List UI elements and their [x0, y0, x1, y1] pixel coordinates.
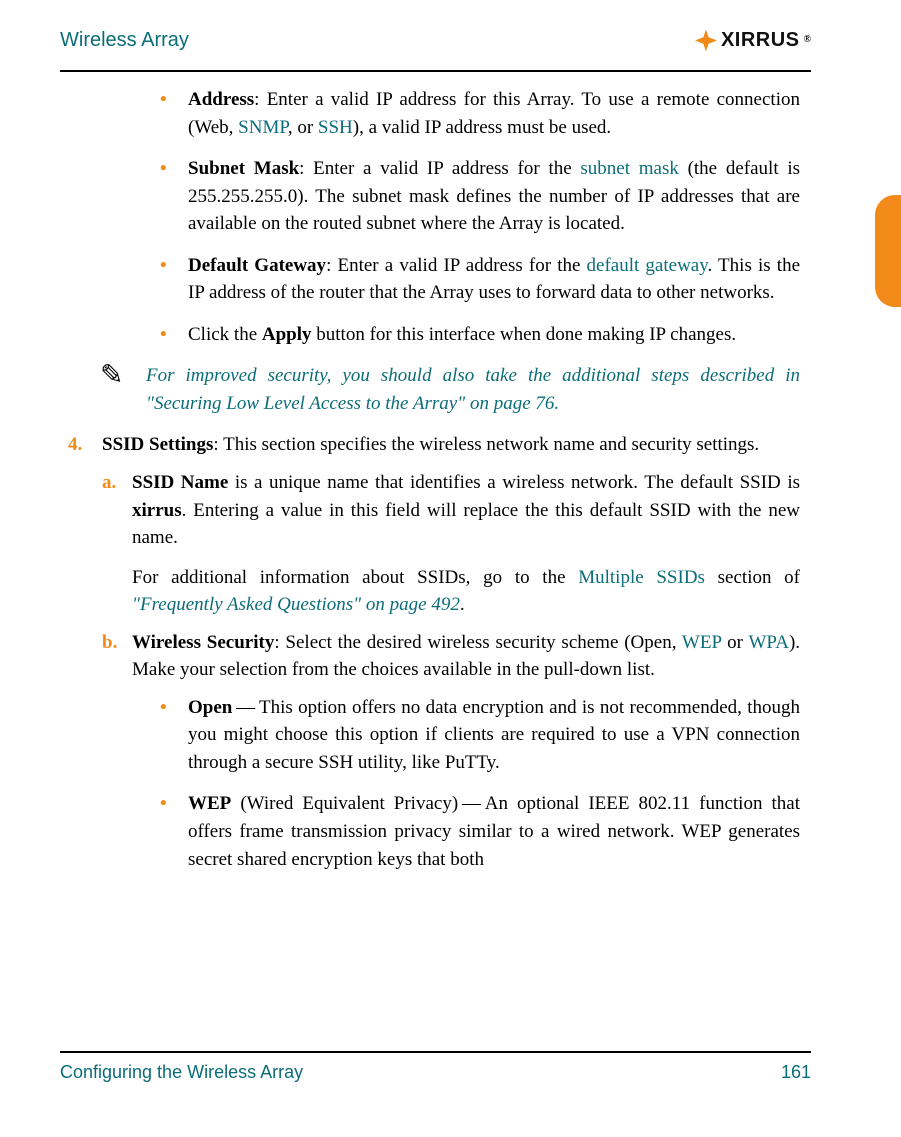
text: is a unique name that identifies a wirel…	[228, 472, 800, 493]
substep-b: b. Wireless Security: Select the desired…	[102, 629, 800, 684]
list-item: Default Gateway: Enter a valid IP addres…	[160, 252, 800, 307]
page-header: Wireless Array XIRRUS ®	[60, 26, 811, 66]
ip-settings-list: Address : Enter a valid IP address for th…	[160, 86, 800, 348]
text: .	[460, 594, 465, 615]
substep-body: SSID Name is a unique name that identifi…	[132, 469, 800, 619]
default-gateway-link[interactable]: default gateway	[587, 255, 708, 276]
list-item: Subnet Mask: Enter a valid IP address fo…	[160, 155, 800, 238]
option-label: Open	[188, 697, 232, 718]
text: For additional information about SSIDs, …	[132, 567, 578, 588]
step-label: SSID Settings	[102, 434, 213, 455]
text: : Enter a valid IP address for the	[299, 158, 580, 179]
doc-title: Wireless Array	[60, 26, 189, 55]
security-options-list: Open — This option offers no data encryp…	[160, 694, 800, 873]
subnet-mask-link[interactable]: subnet mask	[580, 158, 678, 179]
note-icon: ✎	[100, 362, 146, 390]
wep-link[interactable]: WEP	[682, 632, 721, 653]
text: button for this interface when done maki…	[312, 324, 737, 345]
wireless-security-label: Wireless Security	[132, 632, 274, 653]
note-text: For improved security, you should also t…	[146, 362, 800, 417]
text: . Entering a value in this field will re…	[132, 500, 800, 549]
brand-word: XIRRUS	[721, 26, 800, 55]
substep-letter: b.	[102, 629, 132, 684]
text: , or	[288, 117, 318, 138]
text: : Select the desired wireless security s…	[274, 632, 682, 653]
list-item: Address: Enter a valid IP address for th…	[160, 86, 800, 141]
option-label: WEP	[188, 793, 231, 814]
substep-body: Wireless Security: Select the desired wi…	[132, 629, 800, 684]
page: Wireless Array XIRRUS ® Address : Enter a…	[0, 0, 901, 1137]
footer-row: Configuring the Wireless Array 161	[60, 1059, 811, 1085]
header-rule	[60, 70, 811, 72]
logo-icon	[695, 30, 717, 52]
default-ssid: xirrus	[132, 500, 182, 521]
text: (Wired Equivalent Privacy) — An optional…	[188, 793, 800, 869]
security-note: ✎ For improved security, you should also…	[100, 362, 800, 417]
multiple-ssids-link[interactable]: Multiple SSIDs	[578, 567, 705, 588]
step-4: 4. SSID Settings: This section specifies…	[68, 431, 800, 459]
list-item: Open — This option offers no data encryp…	[160, 694, 800, 777]
list-item: WEP (Wired Equivalent Privacy) — An opti…	[160, 790, 800, 873]
list-item: Click the Apply button for this interfac…	[160, 321, 800, 349]
step-number: 4.	[68, 431, 102, 459]
step-body: SSID Settings: This section specifies th…	[102, 431, 800, 459]
footer-rule	[60, 1051, 811, 1053]
text: : This section specifies the wireless ne…	[213, 434, 759, 455]
side-tab-decoration	[875, 195, 901, 307]
text: ), a valid IP address must be used.	[353, 117, 611, 138]
text: section of	[705, 567, 800, 588]
item-label: Address	[188, 89, 254, 110]
substep-letter: a.	[102, 469, 132, 619]
ssid-name-label: SSID Name	[132, 472, 228, 493]
substep-a: a. SSID Name is a unique name that ident…	[102, 469, 800, 619]
footer-section: Configuring the Wireless Array	[60, 1059, 303, 1085]
snmp-link[interactable]: SNMP	[238, 117, 288, 138]
page-footer: Configuring the Wireless Array 161	[60, 1051, 811, 1085]
text: : Enter a valid IP address for the	[326, 255, 586, 276]
item-label: Default Gateway	[188, 255, 326, 276]
wpa-link[interactable]: WPA	[748, 632, 788, 653]
brand-reg: ®	[804, 33, 811, 48]
ssh-link[interactable]: SSH	[318, 117, 353, 138]
brand-logo: XIRRUS ®	[695, 26, 811, 55]
text: or	[721, 632, 748, 653]
faq-link[interactable]: "Frequently Asked Questions" on page 492	[132, 594, 460, 615]
footer-page-number: 161	[781, 1059, 811, 1085]
text: — This option offers no data encryption …	[188, 697, 800, 773]
page-content: Address : Enter a valid IP address for th…	[60, 86, 811, 873]
text: Click the	[188, 324, 262, 345]
item-label: Subnet Mask	[188, 158, 299, 179]
apply-word: Apply	[262, 324, 312, 345]
